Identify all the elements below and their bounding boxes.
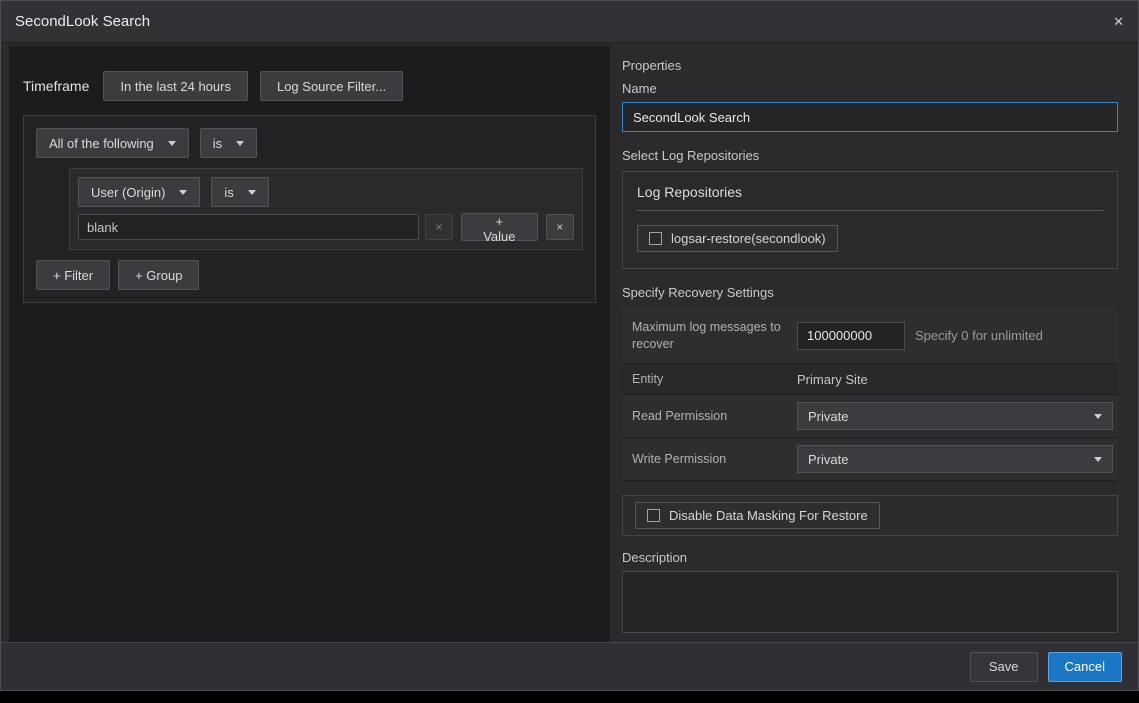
chevron-down-icon: [248, 190, 256, 195]
close-icon[interactable]: ✕: [1113, 15, 1124, 28]
log-repositories-header: Log Repositories: [637, 184, 1103, 211]
read-permission-value-cell: Private: [797, 402, 1118, 430]
add-value-button[interactable]: + Value: [461, 213, 538, 241]
masking-label: Disable Data Masking For Restore: [669, 508, 868, 523]
chevron-down-icon: [236, 141, 244, 146]
properties-section-label: Properties: [622, 58, 1118, 73]
read-permission-select[interactable]: Private: [797, 402, 1113, 430]
setting-row-max-messages: Maximum log messages to recover Specify …: [622, 308, 1118, 364]
filter-rule: User (Origin) is × + Value ×: [69, 168, 583, 250]
log-repositories-box: Log Repositories logsar-restore(secondlo…: [622, 171, 1118, 269]
properties-panel: Properties Name Select Log Repositories …: [622, 46, 1118, 638]
group-operator-value: All of the following: [49, 136, 154, 151]
checkbox-icon: [649, 232, 662, 245]
recovery-settings-table: Maximum log messages to recover Specify …: [622, 308, 1118, 481]
chevron-down-icon: [1094, 457, 1102, 462]
max-messages-label: Maximum log messages to recover: [622, 313, 797, 359]
repository-checkbox-item[interactable]: logsar-restore(secondlook): [637, 225, 838, 252]
chevron-down-icon: [1094, 414, 1102, 419]
masking-box: Disable Data Masking For Restore: [622, 495, 1118, 536]
filter-group-actions: + Filter + Group: [36, 260, 583, 290]
timeframe-button[interactable]: In the last 24 hours: [103, 71, 248, 101]
clear-value-button[interactable]: ×: [425, 214, 453, 240]
remove-rule-button[interactable]: ×: [546, 214, 574, 240]
secondlook-search-dialog: SecondLook Search ✕ Timeframe In the las…: [0, 0, 1139, 691]
search-filter-panel: Timeframe In the last 24 hours Log Sourc…: [9, 46, 610, 642]
group-condition-value: is: [213, 136, 222, 151]
write-permission-label: Write Permission: [622, 445, 797, 474]
rule-field-dropdown[interactable]: User (Origin): [78, 177, 200, 207]
chevron-down-icon: [168, 141, 176, 146]
entity-label: Entity: [622, 365, 797, 394]
repository-label: logsar-restore(secondlook): [671, 231, 826, 246]
entity-value-cell: Primary Site: [797, 372, 1118, 387]
checkbox-icon: [647, 509, 660, 522]
chevron-down-icon: [179, 190, 187, 195]
filter-rule-header: User (Origin) is: [78, 177, 574, 207]
dialog-title: SecondLook Search: [15, 13, 150, 30]
group-condition-dropdown[interactable]: is: [200, 128, 257, 158]
read-permission-value: Private: [808, 409, 848, 424]
setting-row-read-permission: Read Permission Private: [622, 395, 1118, 438]
rule-value-row: × + Value ×: [78, 213, 574, 241]
log-source-filter-button[interactable]: Log Source Filter...: [260, 71, 403, 101]
write-permission-select[interactable]: Private: [797, 445, 1113, 473]
rule-value-input[interactable]: [78, 214, 419, 240]
rule-condition-value: is: [224, 185, 233, 200]
max-messages-value-cell: Specify 0 for unlimited: [797, 322, 1118, 350]
timeframe-row: Timeframe In the last 24 hours Log Sourc…: [9, 46, 610, 101]
repositories-section-label: Select Log Repositories: [622, 148, 1118, 163]
rule-field-value: User (Origin): [91, 185, 165, 200]
rule-condition-dropdown[interactable]: is: [211, 177, 268, 207]
filter-group: All of the following is User (Origin) is: [23, 115, 596, 303]
recovery-section-label: Specify Recovery Settings: [622, 285, 1118, 300]
entity-value: Primary Site: [797, 372, 868, 387]
group-operator-dropdown[interactable]: All of the following: [36, 128, 189, 158]
read-permission-label: Read Permission: [622, 402, 797, 431]
name-label: Name: [622, 81, 1118, 96]
setting-row-write-permission: Write Permission Private: [622, 438, 1118, 481]
masking-checkbox-item[interactable]: Disable Data Masking For Restore: [635, 502, 880, 529]
name-input[interactable]: [622, 102, 1118, 132]
max-messages-input[interactable]: [797, 322, 905, 350]
description-label: Description: [622, 550, 1118, 565]
cancel-button[interactable]: Cancel: [1048, 652, 1122, 682]
max-messages-hint: Specify 0 for unlimited: [915, 328, 1043, 343]
setting-row-entity: Entity Primary Site: [622, 364, 1118, 395]
description-input[interactable]: [622, 571, 1118, 633]
add-group-button[interactable]: + Group: [118, 260, 199, 290]
footer: Save Cancel: [1, 642, 1138, 690]
add-filter-button[interactable]: + Filter: [36, 260, 110, 290]
save-button[interactable]: Save: [970, 652, 1038, 682]
timeframe-label: Timeframe: [23, 78, 89, 94]
write-permission-value: Private: [808, 452, 848, 467]
write-permission-value-cell: Private: [797, 445, 1118, 473]
filter-group-header: All of the following is: [36, 128, 583, 158]
titlebar: SecondLook Search ✕: [1, 1, 1138, 43]
